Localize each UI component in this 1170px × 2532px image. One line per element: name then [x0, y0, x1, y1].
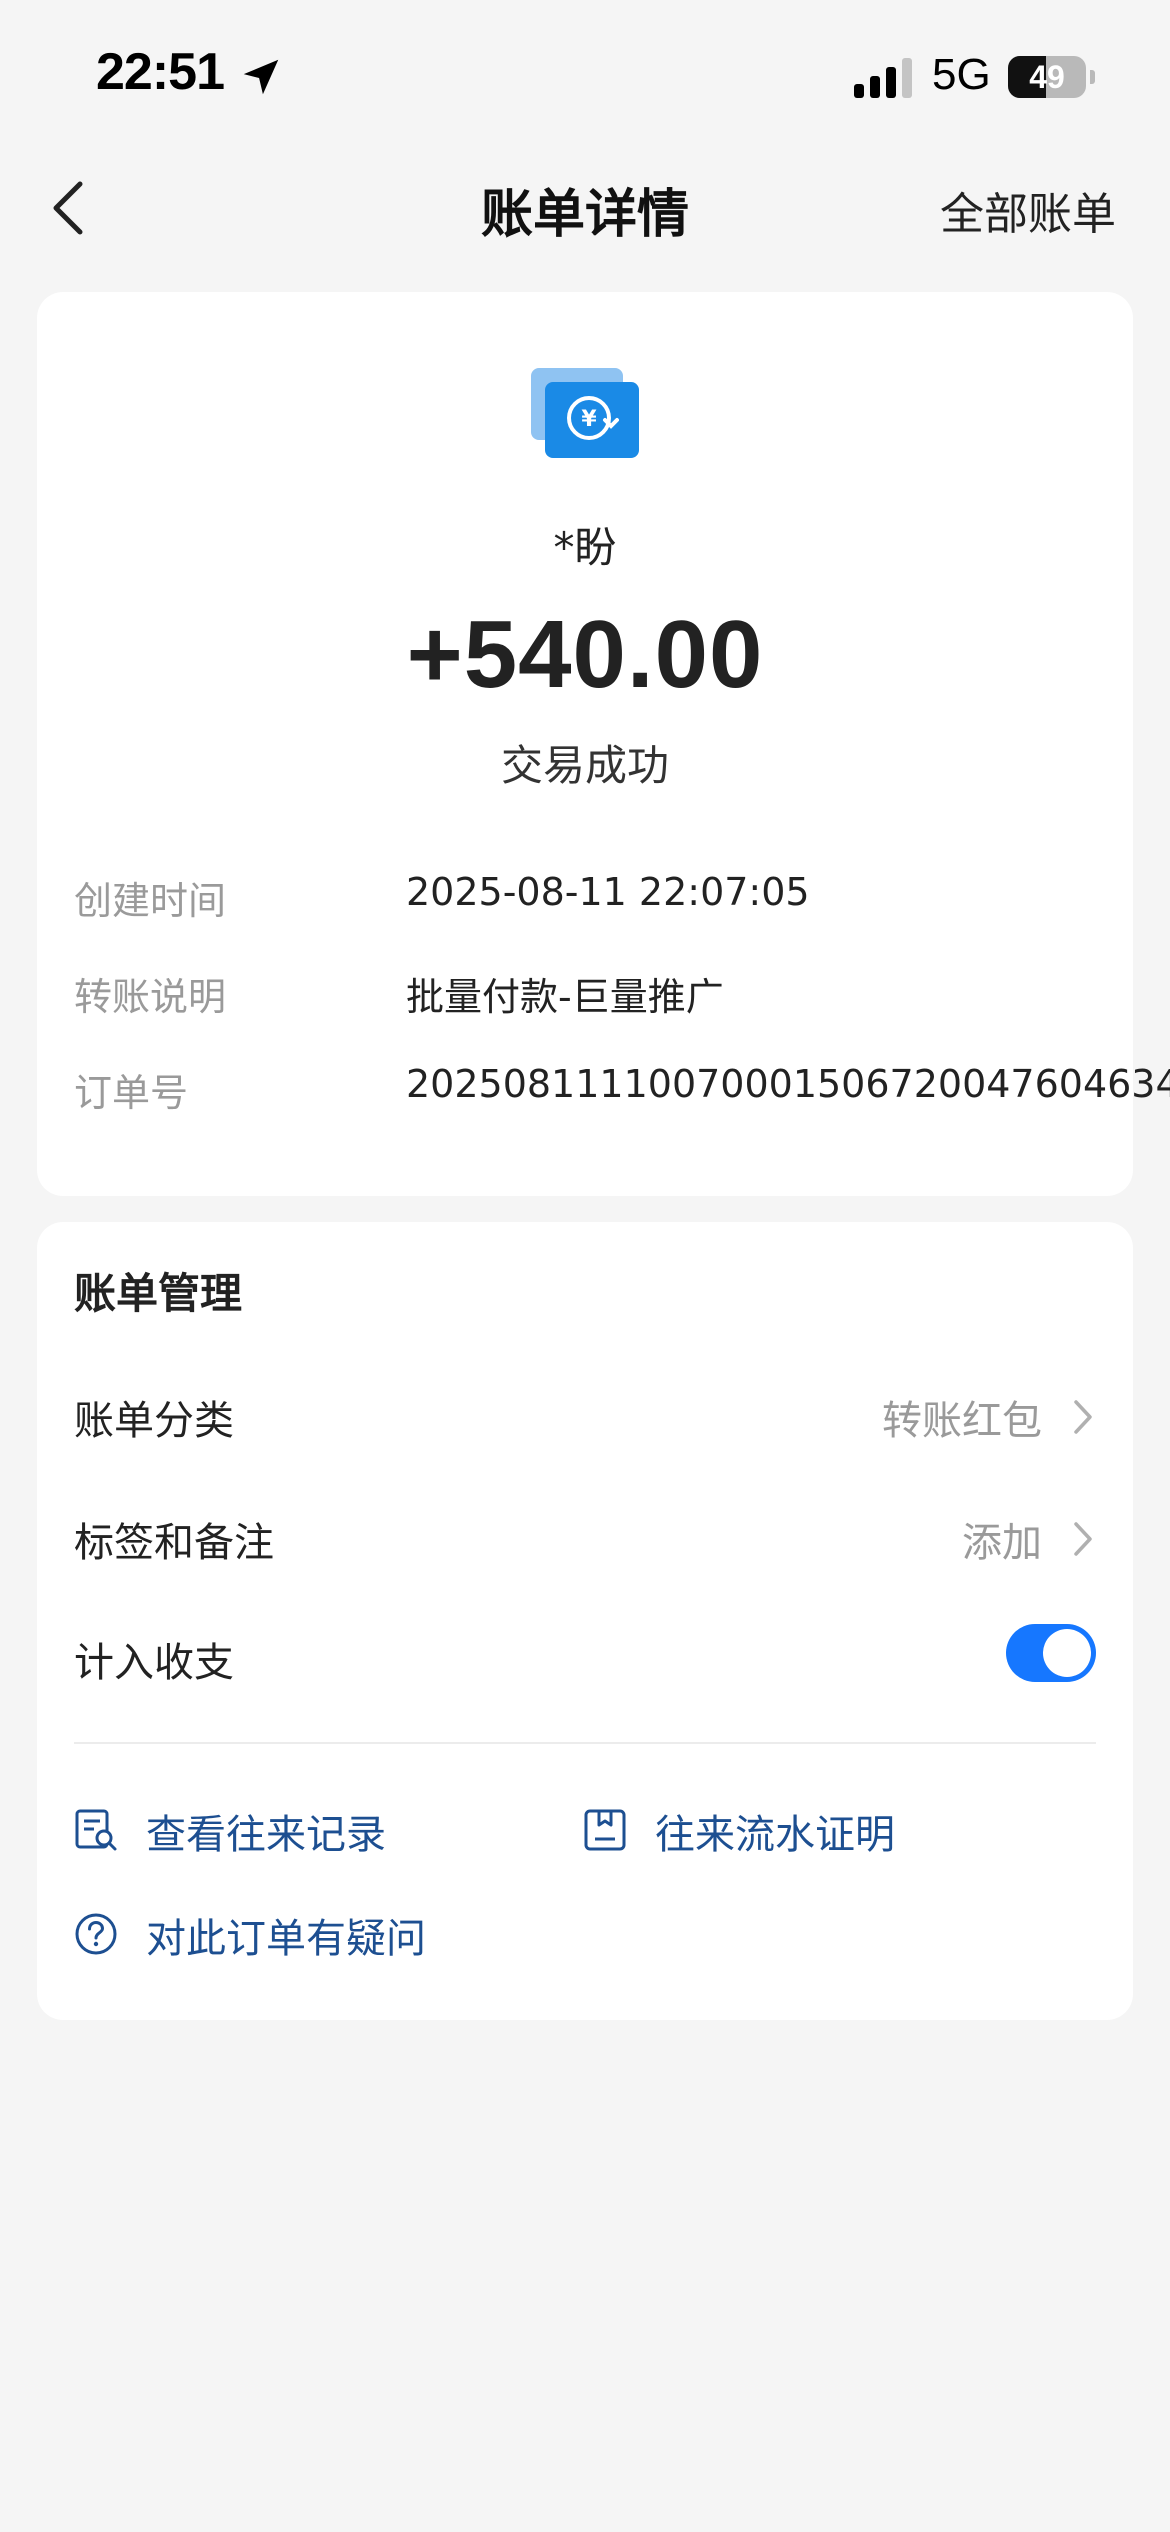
bill-management-card: 账单管理 账单分类 转账红包 标签和备注 添加 计入收支 查看往来记录 往来流水… [37, 1222, 1133, 2020]
chevron-right-icon [1074, 1522, 1092, 1556]
detail-value[interactable]: 2025081111007000150672004760​4634 [406, 1062, 1170, 1106]
include-toggle[interactable] [1006, 1624, 1096, 1682]
manage-label: 标签和备注 [74, 1520, 274, 1566]
divider [74, 1742, 1096, 1744]
detail-label: 创建时间 [74, 879, 227, 923]
battery-icon: 49 [1008, 56, 1086, 98]
chevron-right-icon [1074, 1400, 1092, 1434]
detail-label: 转账说明 [74, 975, 227, 1019]
battery-tip [1090, 70, 1095, 84]
manage-label: 账单分类 [74, 1398, 234, 1444]
transaction-status: 交易成功 [500, 741, 669, 790]
detail-row-note: 转账说明 批量付款-巨量推广 [74, 966, 1114, 1026]
toggle-knob [1043, 1629, 1091, 1677]
battery-percent: 49 [1029, 59, 1065, 95]
question-circle-icon [75, 1913, 117, 1955]
transaction-amount: +540.00 [406, 601, 764, 708]
detail-row-order-number: 订单号 2025081111007000150672004760​4634 [74, 1062, 1170, 1122]
svg-text:¥: ¥ [581, 407, 597, 432]
link-text: 对此订单有疑问 [146, 1916, 426, 1962]
statement-proof-link[interactable]: 往来流水证明 [583, 1800, 1003, 1860]
transfer-yuan-icon: ¥ [531, 368, 639, 458]
manage-value: 添加 [962, 1520, 1042, 1566]
certificate-icon [584, 1809, 626, 1851]
detail-value: 批量付款-巨量推广 [406, 975, 724, 1019]
include-in-stats-row: 计入收支 [74, 1624, 1096, 1694]
section-title: 账单管理 [74, 1269, 243, 1318]
link-text: 查看往来记录 [146, 1812, 386, 1858]
order-question-link[interactable]: 对此订单有疑问 [74, 1904, 514, 1964]
records-search-icon [75, 1809, 117, 1851]
bill-category-row[interactable]: 账单分类 转账红包 [74, 1382, 1096, 1452]
nav-bar: 账单详情 全部账单 [0, 150, 1170, 262]
link-text: 往来流水证明 [655, 1812, 895, 1858]
all-bills-link[interactable]: 全部账单 [940, 178, 1116, 242]
detail-value: 2025-08-11 22:07:05 [406, 870, 810, 914]
network-label: 5G [932, 50, 991, 99]
location-arrow-icon [243, 59, 279, 95]
detail-label: 订单号 [74, 1071, 189, 1115]
transaction-card: ¥ *盼 +540.00 交易成功 创建时间 2025-08-11 22:07:… [37, 292, 1170, 1196]
manage-value: 转账红包 [882, 1398, 1042, 1444]
manage-label: 计入收支 [74, 1640, 234, 1686]
signal-icon [854, 58, 912, 98]
payer-name: *盼 [553, 523, 617, 572]
bill-detail-page: 22:51 5G 49 账单详情 全部账单 ¥ *盼 +540.00 交易成功 … [0, 0, 1170, 2532]
status-time: 22:51 [96, 43, 225, 101]
tags-notes-row[interactable]: 标签和备注 添加 [74, 1504, 1096, 1574]
status-bar: 22:51 5G 49 [0, 0, 1170, 140]
view-records-link[interactable]: 查看往来记录 [74, 1800, 474, 1860]
detail-row-created: 创建时间 2025-08-11 22:07:05 [74, 870, 1114, 930]
